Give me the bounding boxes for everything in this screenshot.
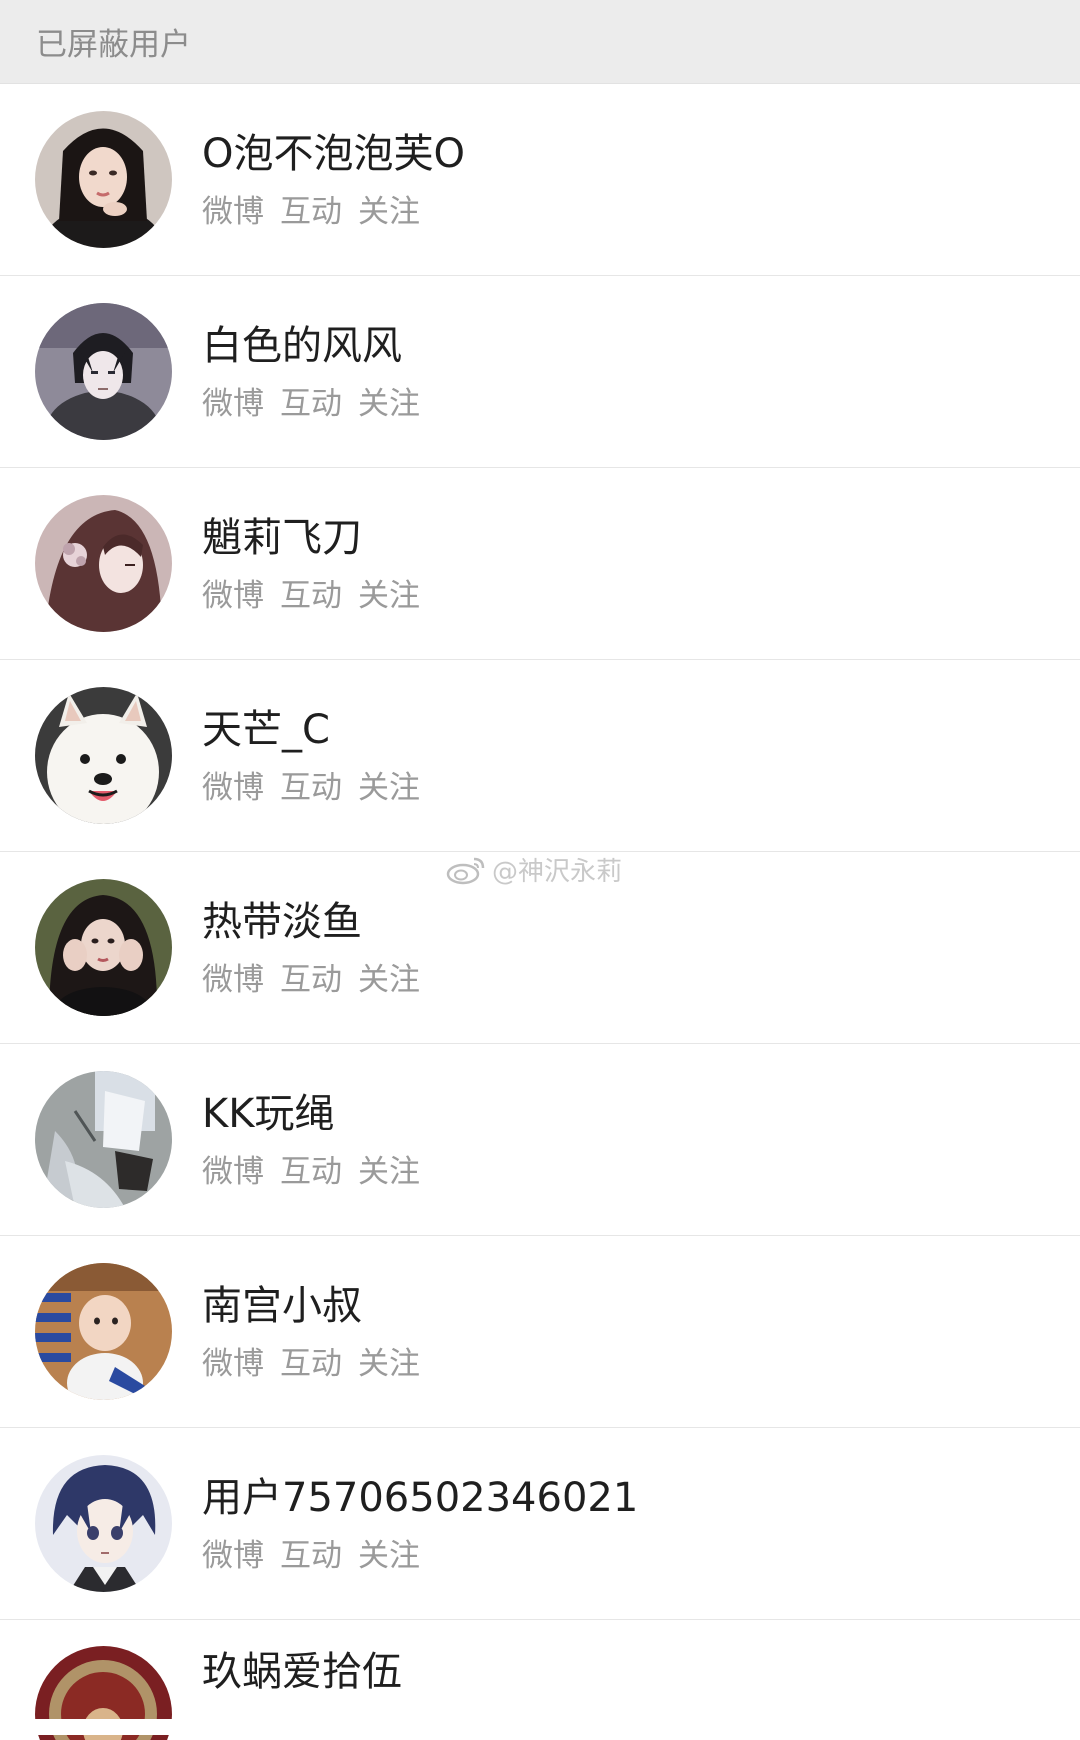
follow-link[interactable]: 关注 [358, 1344, 420, 1384]
list-item[interactable]: KK玩绳 微博 互动 关注 [0, 1044, 1080, 1236]
interact-link[interactable]: 互动 [280, 576, 342, 616]
avatar[interactable] [35, 1455, 172, 1592]
user-name[interactable]: 白色的风风 [202, 320, 420, 372]
list-item[interactable]: 白色的风风 微博 互动 关注 [0, 276, 1080, 468]
list-item[interactable]: 热带淡鱼 微博 互动 关注 [0, 852, 1080, 1044]
weibo-link[interactable]: 微博 [202, 1344, 264, 1384]
section-title: 已屏蔽用户 [36, 27, 191, 63]
follow-link[interactable]: 关注 [358, 1152, 420, 1192]
interact-link[interactable]: 互动 [280, 768, 342, 808]
follow-link[interactable]: 关注 [358, 1536, 420, 1576]
avatar[interactable] [35, 1071, 172, 1208]
avatar[interactable] [35, 495, 172, 632]
user-name[interactable]: O泡不泡泡芙O [202, 128, 465, 180]
follow-link[interactable]: 关注 [358, 960, 420, 1000]
list-item[interactable]: 魈莉飞刀 微博 互动 关注 [0, 468, 1080, 660]
list-item[interactable]: 南宫小叔 微博 互动 关注 [0, 1236, 1080, 1428]
follow-link[interactable]: 关注 [358, 576, 420, 616]
avatar[interactable] [35, 1263, 172, 1400]
follow-link[interactable]: 关注 [358, 384, 420, 424]
weibo-link[interactable]: 微博 [202, 960, 264, 1000]
weibo-link[interactable]: 微博 [202, 1152, 264, 1192]
weibo-link[interactable]: 微博 [202, 768, 264, 808]
follow-link[interactable]: 关注 [358, 192, 420, 232]
user-name[interactable]: 天芒_C [202, 704, 420, 756]
interact-link[interactable]: 互动 [280, 1536, 342, 1576]
user-name[interactable]: KK玩绳 [202, 1088, 420, 1140]
weibo-link[interactable]: 微博 [202, 192, 264, 232]
user-name[interactable]: 南宫小叔 [202, 1280, 420, 1332]
avatar[interactable] [35, 303, 172, 440]
list-item[interactable]: 用户75706502346021 微博 互动 关注 [0, 1428, 1080, 1620]
interact-link[interactable]: 互动 [280, 1344, 342, 1384]
avatar[interactable] [35, 687, 172, 824]
blocked-user-list: O泡不泡泡芙O 微博 互动 关注 白色的风风 微博 互动 关注 魈莉飞刀 微博 … [0, 84, 1080, 1740]
blocked-users-header: 已屏蔽用户 [0, 0, 1080, 84]
weibo-link[interactable]: 微博 [202, 384, 264, 424]
interact-link[interactable]: 互动 [280, 1152, 342, 1192]
interact-link[interactable]: 互动 [280, 960, 342, 1000]
follow-link[interactable]: 关注 [358, 768, 420, 808]
list-item[interactable]: 天芒_C 微博 互动 关注 [0, 660, 1080, 852]
interact-link[interactable]: 互动 [280, 192, 342, 232]
user-name[interactable]: 魈莉飞刀 [202, 512, 420, 564]
list-item[interactable]: O泡不泡泡芙O 微博 互动 关注 [0, 84, 1080, 276]
avatar[interactable] [35, 111, 172, 248]
user-name[interactable]: 用户75706502346021 [202, 1472, 638, 1524]
user-name[interactable]: 热带淡鱼 [202, 896, 420, 948]
avatar[interactable] [35, 879, 172, 1016]
interact-link[interactable]: 互动 [280, 384, 342, 424]
weibo-link[interactable]: 微博 [202, 576, 264, 616]
weibo-link[interactable]: 微博 [202, 1536, 264, 1576]
bottom-edge [0, 1719, 1080, 1735]
user-name[interactable]: 玖蜗爱拾伍 [202, 1646, 402, 1698]
